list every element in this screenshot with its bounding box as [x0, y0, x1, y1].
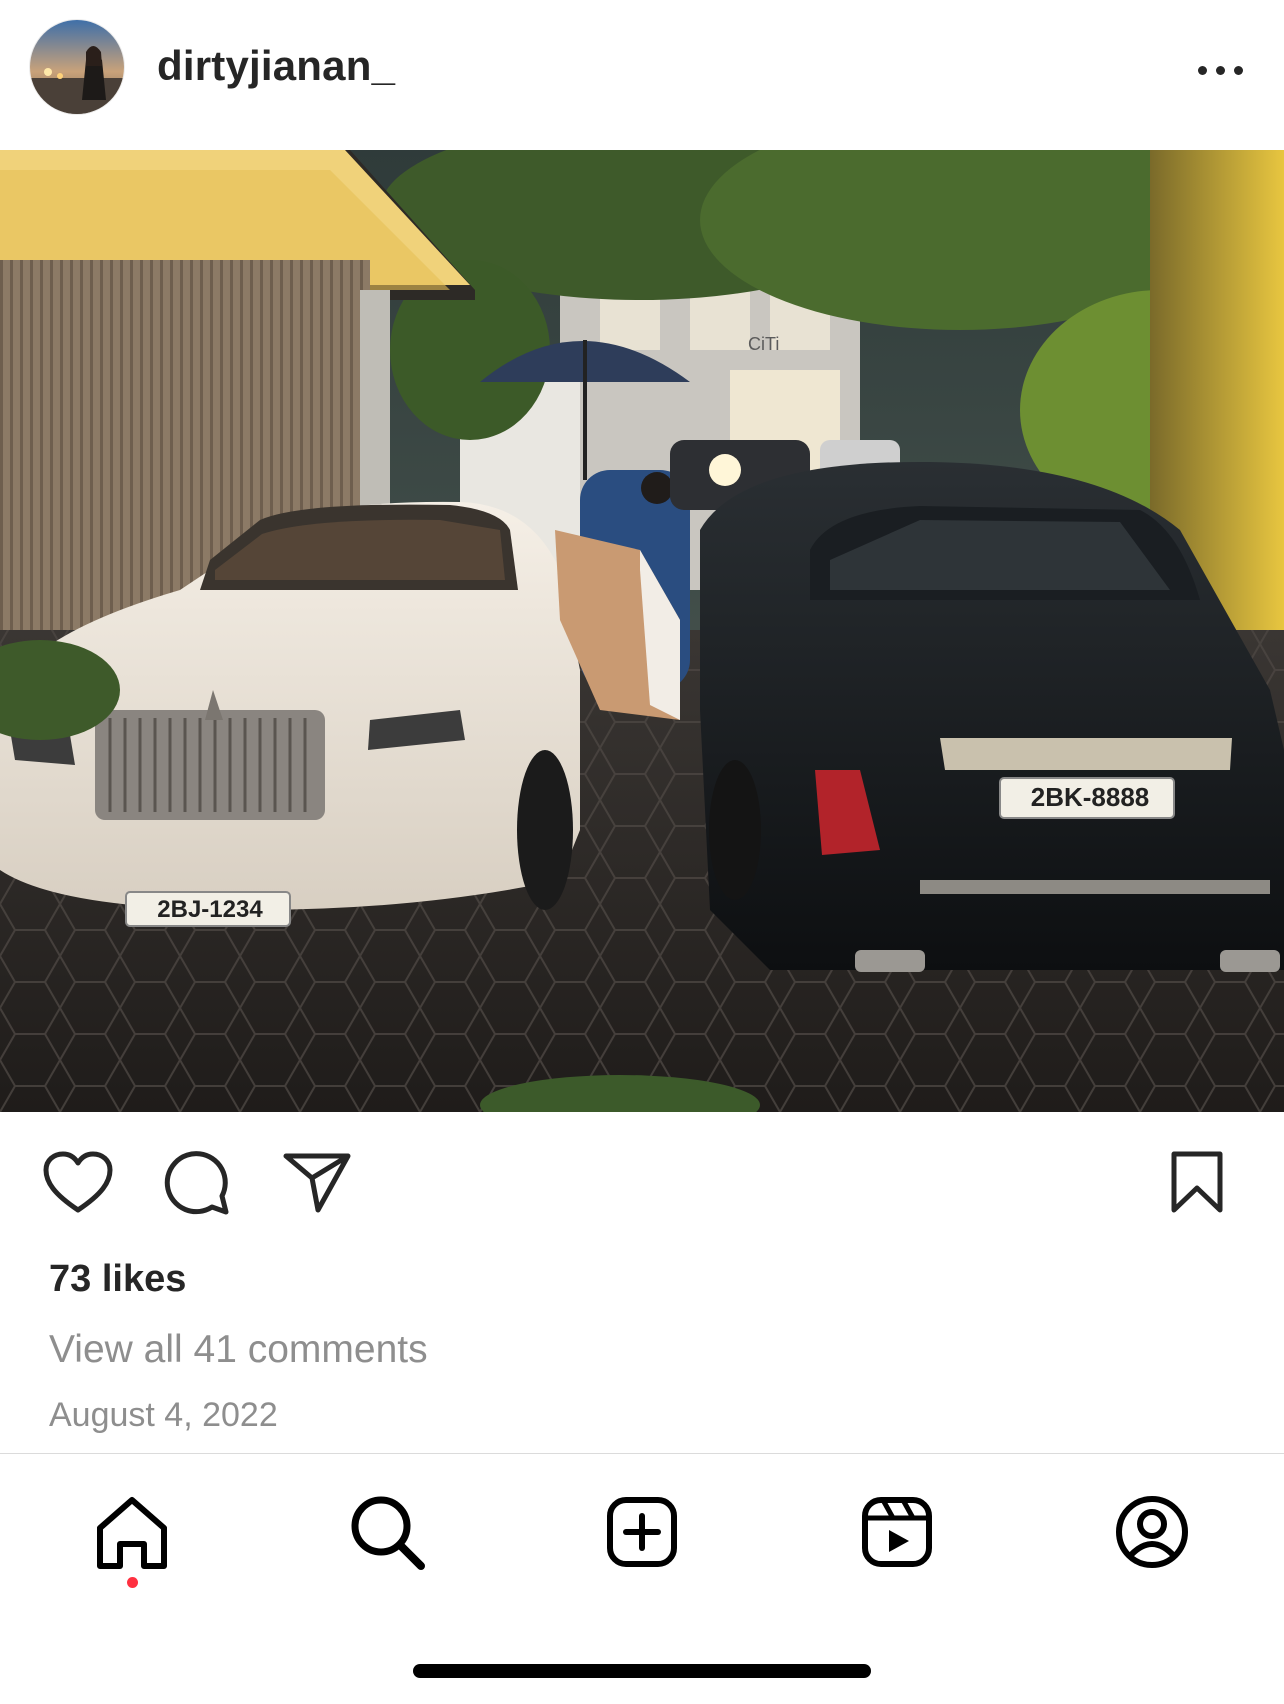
home-indicator[interactable] — [413, 1664, 871, 1678]
search-icon[interactable] — [345, 1490, 429, 1574]
comment-bubble-icon[interactable] — [164, 1150, 230, 1216]
more-dot — [1215, 65, 1225, 75]
likes-count[interactable]: 73 likes — [49, 1258, 186, 1301]
plate-black-car: 2BK-8888 — [1031, 782, 1150, 812]
avatar[interactable] — [30, 20, 124, 114]
post-actions — [0, 1112, 1284, 1252]
profile-icon[interactable] — [1110, 1490, 1194, 1574]
more-options-icon[interactable] — [1185, 52, 1255, 88]
post-header: dirtyjianan_ — [0, 0, 1284, 150]
plate-white-car: 2BJ-1234 — [157, 896, 263, 923]
more-dot — [1197, 65, 1207, 75]
bottom-tab-bar — [0, 1454, 1284, 1624]
plus-square-icon[interactable] — [600, 1490, 684, 1574]
post-photo[interactable]: CiTi 2BJ-1234 2BK-8888 — [0, 150, 1284, 1112]
username[interactable]: dirtyjianan_ — [157, 42, 395, 90]
more-dot — [1233, 65, 1243, 75]
post-date: August 4, 2022 — [49, 1396, 278, 1434]
home-icon[interactable] — [90, 1490, 174, 1574]
heart-icon[interactable] — [42, 1150, 114, 1214]
reels-icon[interactable] — [855, 1490, 939, 1574]
view-comments-link[interactable]: View all 41 comments — [49, 1328, 428, 1372]
home-notification-dot — [127, 1577, 138, 1588]
paper-plane-icon[interactable] — [282, 1150, 352, 1214]
storefront-sign: CiTi — [748, 334, 779, 354]
bookmark-icon[interactable] — [1168, 1150, 1226, 1214]
